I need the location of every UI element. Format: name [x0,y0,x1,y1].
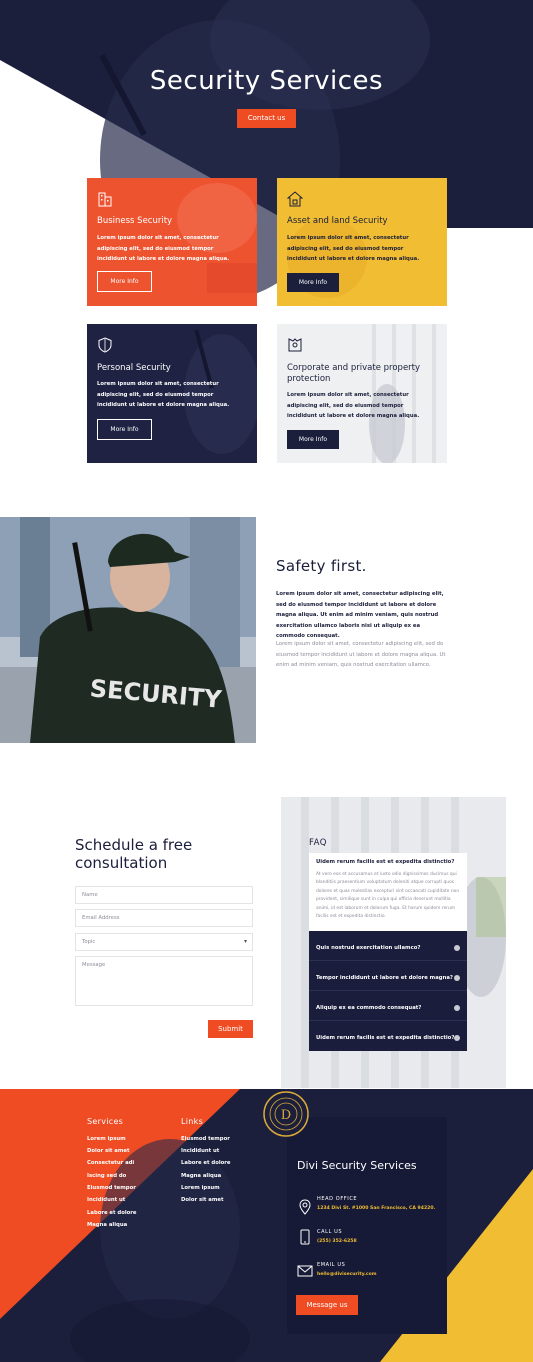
service-card-corporate: Corporate and private property protectio… [277,324,447,463]
faq-item[interactable]: Uidem rerum facilis est et expedita dist… [309,1021,467,1051]
expand-icon [454,945,460,951]
footer-link[interactable]: Iscing sed do [87,1173,126,1179]
call-number[interactable]: (255) 352-6258 [317,1239,357,1244]
company-emblem-logo: D [263,1091,309,1137]
faq-open-question: Uidem rerum facilis est et expedita dist… [316,859,455,865]
footer-link[interactable]: Incididunt ut [87,1197,125,1203]
faq-title: FAQ [309,838,327,848]
expand-icon [454,1005,460,1011]
footer-link[interactable]: Lorem ipsum [181,1185,220,1191]
card-text: Lorem ipsum dolor sit amet, consectetur … [287,235,420,262]
service-card-personal: Personal Security Lorem ipsum dolor sit … [87,324,257,463]
faq-item[interactable]: Aliquip ex ea commodo consequat? [309,991,467,1021]
schedule-title: Schedule a free consultation [75,836,193,872]
more-info-button[interactable]: More Info [97,271,152,292]
safety-bold-text: Lorem ipsum dolor sit amet, consectetur … [276,591,444,640]
card-text: Lorem ipsum dolor sit amet, consectetur … [97,235,230,262]
expand-icon [454,975,460,981]
faq-open-item[interactable]: Uidem rerum facilis est et expedita dist… [309,853,467,931]
footer-link[interactable]: Consectetur adi [87,1160,134,1166]
footer: Services Lorem ipsum Dolor sit amet Cons… [0,1089,533,1362]
card-title: Personal Security [97,363,171,373]
office-address: 1234 Divi St. #1000 San Francisco, CA 94… [317,1206,436,1211]
svg-text:D: D [281,1108,291,1123]
security-guard-photo: SECURITY [0,517,256,743]
faq-open-answer: At vero eos et accusamus et iusto odio d… [316,872,460,920]
guard-badge-icon [288,338,302,352]
more-info-button[interactable]: More Info [97,419,152,440]
faq-question: Uidem rerum facilis est et expedita dist… [316,1035,455,1041]
topic-select[interactable]: Topic ▾ [75,933,253,951]
office-label: HEAD OFFICE [317,1196,358,1202]
footer-link[interactable]: Eiusmod tempor [181,1136,230,1142]
shield-icon [98,337,112,353]
footer-link[interactable]: Labore et dolore [87,1210,137,1216]
footer-link[interactable]: Dolor sit amet [181,1197,224,1203]
message-field[interactable]: Message [75,956,253,1006]
phone-icon [300,1229,310,1245]
footer-link[interactable]: Lorem ipsum [87,1136,126,1142]
contact-us-button[interactable]: Contact us [237,109,296,128]
hero-title: Security Services [149,66,384,96]
footer-services-title: Services [87,1117,124,1126]
card-text: Lorem ipsum dolor sit amet, consectetur … [97,381,230,408]
mail-icon [297,1265,313,1277]
topic-placeholder: Topic [82,939,96,945]
footer-link[interactable]: Labore et dolore [181,1160,231,1166]
service-card-asset: Asset and land Security Lorem ipsum dolo… [277,178,447,306]
safety-title: Safety first. [276,557,367,575]
location-pin-icon [299,1199,311,1215]
card-title: Corporate and private property protectio… [287,363,421,384]
faq-question: Tempor incididunt ut labore et dolore ma… [316,975,453,981]
footer-link[interactable]: Eiusmod tempor [87,1185,136,1191]
hero-section: Security Services Contact us [0,0,533,470]
submit-button[interactable]: Submit [208,1020,253,1038]
card-title: Business Security [97,216,173,226]
call-label: CALL US [317,1229,343,1235]
email-label: EMAIL US [317,1262,346,1268]
card-title: Asset and land Security [287,216,388,226]
house-icon [287,191,303,207]
footer-link[interactable]: Magna aliqua [181,1173,221,1179]
more-info-button[interactable]: More Info [287,273,339,292]
faq-closed-list: Quis nostrud exercitation ullamco? Tempo… [309,931,467,1051]
name-field[interactable]: Name [75,886,253,904]
chevron-down-icon: ▾ [243,938,247,945]
more-info-button[interactable]: More Info [287,430,339,449]
faq-question: Quis nostrud exercitation ullamco? [316,945,421,951]
card-text: Lorem ipsum dolor sit amet, consectetur … [287,392,420,419]
footer-link[interactable]: Incididunt ut [181,1148,219,1154]
footer-link[interactable]: Magna aliqua [87,1222,127,1228]
service-card-business: Business Security Lorem ipsum dolor sit … [87,178,257,306]
email-address[interactable]: hello@divisecurity.com [317,1272,377,1277]
footer-link[interactable]: Dolor sit amet [87,1148,130,1154]
email-field[interactable]: Email Address [75,909,253,927]
message-us-button[interactable]: Message us [296,1295,358,1315]
company-name: Divi Security Services [297,1159,417,1172]
expand-icon [454,1035,460,1041]
safety-light-text: Lorem ipsum dolor sit amet, consectetur … [276,641,446,669]
faq-item[interactable]: Tempor incididunt ut labore et dolore ma… [309,961,467,991]
building-icon [98,192,112,207]
footer-links-title: Links [181,1117,204,1126]
faq-item[interactable]: Quis nostrud exercitation ullamco? [309,931,467,961]
faq-question: Aliquip ex ea commodo consequat? [316,1005,422,1011]
